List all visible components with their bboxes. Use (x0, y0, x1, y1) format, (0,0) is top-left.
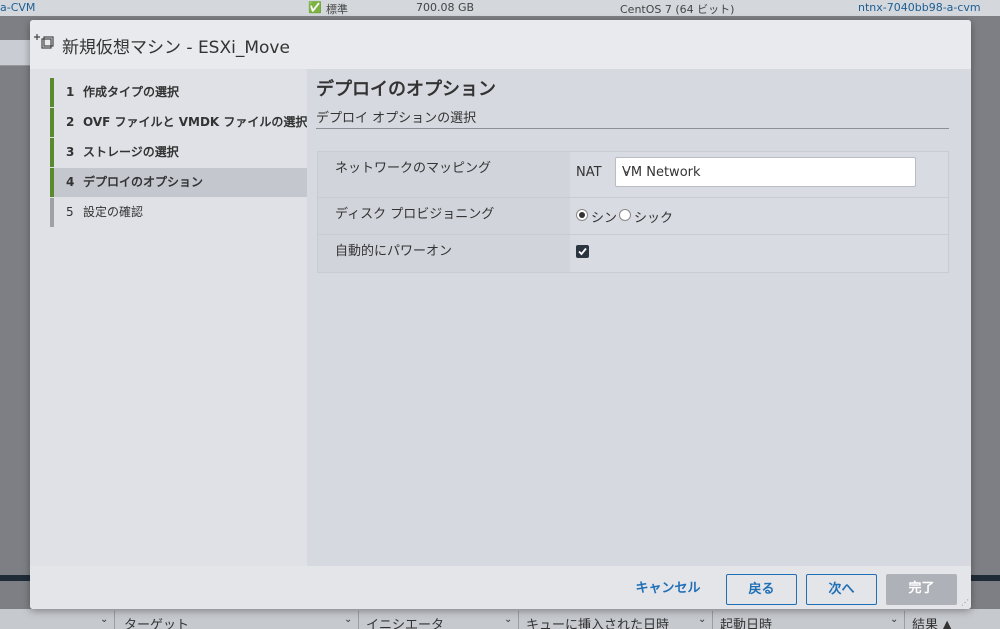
auto-poweron-label: 自動的にパワーオン (335, 244, 453, 259)
background-vm-link: a-CVM (0, 1, 36, 14)
step-number: 1 (66, 85, 75, 99)
step-label: デプロイのオプション (83, 175, 204, 189)
background-cell: 標準 (326, 3, 348, 16)
column-separator (712, 611, 713, 629)
column-separator (904, 611, 905, 629)
column-separator (358, 611, 359, 629)
column-separator (114, 611, 115, 629)
step-label: ストレージの選択 (83, 145, 179, 159)
step-progress-bar (50, 78, 54, 107)
background-cell: CentOS 7 (64 ビット) (620, 3, 735, 16)
thin-radio-label[interactable]: シン (591, 207, 617, 226)
chevron-down-icon: ⌄ (890, 614, 899, 625)
wizard-steps: 1 作成タイプの選択 2 OVF ファイルと VMDK ファイルの選択 3 スト… (30, 69, 307, 566)
network-mapping-label: ネットワークのマッピング (335, 161, 492, 176)
background-task-header: ⌄ ターゲット ⌄ イニシエータ ⌄ キューに挿入された日時 ⌄ 起動日時 ⌄ … (0, 609, 1000, 629)
page-subtitle: デプロイ オプションの選択 (316, 111, 477, 126)
dialog-footer: キャンセル 戻る 次へ 完了 ⋰ (30, 566, 971, 609)
background-toolbar (0, 40, 30, 66)
deploy-options-table: ネットワークのマッピング NAT VM Network ⌄ ディスク プロビジョ… (317, 151, 949, 273)
column-header-target: ターゲット (124, 618, 190, 629)
step-label: 作成タイプの選択 (83, 85, 180, 99)
chevron-down-icon: ⌄ (100, 614, 109, 625)
chevron-down-icon: ⌄ (504, 614, 513, 625)
wizard-step-3[interactable]: 3 ストレージの選択 (50, 138, 307, 167)
finish-button: 完了 (886, 574, 957, 605)
background-cell: 700.08 GB (416, 1, 475, 14)
disk-provisioning-label: ディスク プロビジョニング (335, 207, 495, 222)
chevron-down-icon: ⌄ (622, 163, 632, 176)
wizard-step-4[interactable]: 4 デプロイのオプション (50, 168, 307, 197)
new-vm-dialog: 新規仮想マシン - ESXi_Move 1 作成タイプの選択 2 OVF ファイ… (30, 20, 971, 609)
new-vm-icon (33, 32, 55, 54)
column-header-queued: キューに挿入された日時 (526, 618, 670, 629)
next-button[interactable]: 次へ (806, 574, 877, 605)
wizard-step-1[interactable]: 1 作成タイプの選択 (50, 78, 307, 107)
row-label-cell: 自動的にパワーオン (318, 235, 570, 272)
step-progress-bar (50, 138, 54, 167)
thick-radio[interactable] (619, 209, 631, 221)
chevron-down-icon: ⌄ (344, 614, 353, 625)
network-source-label: NAT (576, 165, 602, 180)
background-table-row: a-CVM ✅ 標準 700.08 GB CentOS 7 (64 ビット) n… (0, 0, 1000, 16)
dialog-header: 新規仮想マシン - ESXi_Move (30, 20, 971, 69)
wizard-step-2[interactable]: 2 OVF ファイルと VMDK ファイルの選択 (50, 108, 307, 137)
auto-poweron-row: 自動的にパワーオン (318, 235, 948, 272)
dialog-title: 新規仮想マシン - ESXi_Move (62, 38, 290, 58)
step-progress-bar (50, 108, 54, 137)
wizard-content: デプロイのオプション デプロイ オプションの選択 ネットワークのマッピング NA… (307, 69, 971, 566)
step-number: 3 (66, 145, 75, 159)
checkmark-icon (578, 247, 587, 256)
step-progress-bar (50, 198, 54, 227)
row-label-cell: ディスク プロビジョニング (318, 198, 570, 234)
divider (316, 128, 949, 129)
step-number: 4 (66, 175, 75, 189)
column-header-initiator: イニシエータ (366, 618, 445, 629)
row-value-cell (570, 235, 948, 272)
step-progress-bar (50, 168, 54, 197)
chevron-down-icon: ⌄ (698, 614, 707, 625)
back-button[interactable]: 戻る (726, 574, 797, 605)
wizard-step-5: 5 設定の確認 (50, 198, 307, 227)
step-number: 2 (66, 115, 75, 129)
step-label: 設定の確認 (83, 205, 144, 219)
row-label-cell: ネットワークのマッピング (318, 152, 570, 197)
thick-radio-label[interactable]: シック (634, 207, 673, 226)
step-number: 5 (66, 205, 74, 219)
network-mapping-row: ネットワークのマッピング NAT VM Network ⌄ (318, 152, 948, 198)
column-header-started: 起動日時 (720, 618, 773, 629)
cancel-button[interactable]: キャンセル (628, 574, 708, 605)
network-select[interactable]: VM Network ⌄ (615, 157, 916, 187)
step-label: OVF ファイルと VMDK ファイルの選択 (83, 115, 308, 129)
thin-radio[interactable] (576, 209, 588, 221)
resize-handle-icon[interactable]: ⋰ (961, 598, 969, 607)
disk-provisioning-row: ディスク プロビジョニング シン シック (318, 198, 948, 235)
row-value-cell: NAT VM Network ⌄ (570, 152, 948, 197)
background-status-icon: ✅ (308, 1, 322, 14)
column-header-result: 結果 ▲ (912, 618, 953, 629)
column-separator (518, 611, 519, 629)
row-value-cell: シン シック (570, 198, 948, 234)
background-cell-link: ntnx-7040bb98-a-cvm (858, 1, 981, 14)
auto-poweron-checkbox[interactable] (576, 245, 589, 258)
page-title: デプロイのオプション (316, 79, 496, 100)
